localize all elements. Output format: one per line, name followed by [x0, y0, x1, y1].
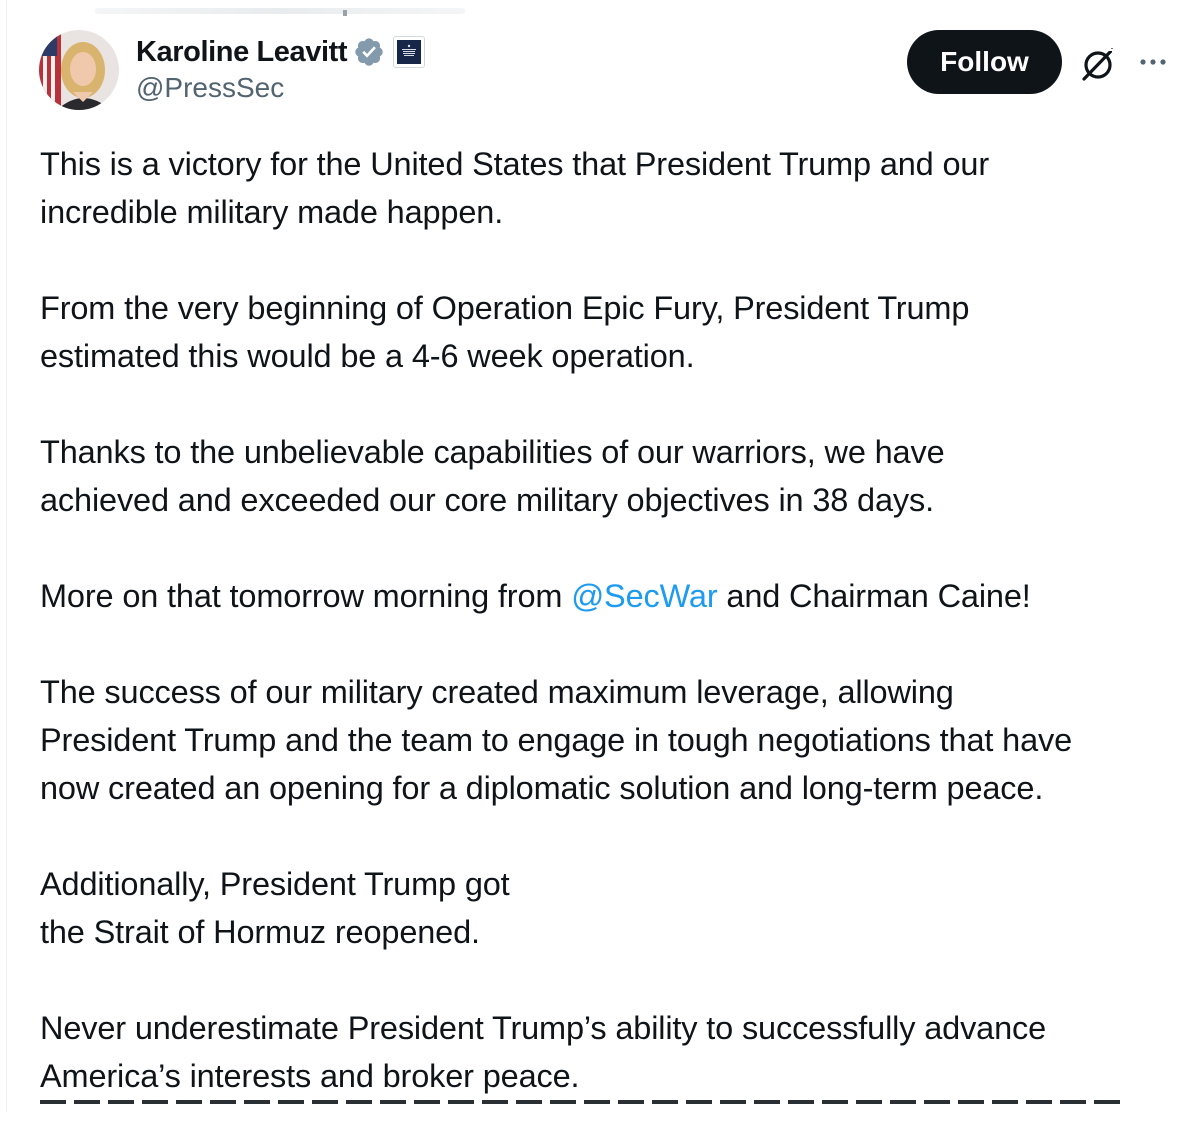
avatar-photo: [39, 30, 119, 110]
post-paragraph: Thanks to the unbelievable capabilities …: [40, 428, 1170, 524]
post-line: Never underestimate President Trump’s ab…: [40, 1010, 1047, 1046]
mention-link-secwar[interactable]: @SecWar: [571, 578, 717, 614]
avatar[interactable]: [39, 30, 119, 110]
author-display-name[interactable]: Karoline Leavitt: [136, 36, 348, 69]
author-name-row: Karoline Leavitt: [136, 32, 426, 72]
post-line: Additionally, President Trump got: [40, 866, 510, 902]
post-paragraph: This is a victory for the United States …: [40, 140, 1170, 236]
author-handle[interactable]: @PressSec: [136, 72, 284, 104]
post-line: the Strait of Hormuz reopened.: [40, 914, 480, 950]
post-line: Thanks to the unbelievable capabilities …: [40, 434, 945, 470]
post-line: incredible military made happen.: [40, 194, 504, 230]
post-paragraph: Never underestimate President Trump’s ab…: [40, 1004, 1170, 1100]
post-paragraph: From the very beginning of Operation Epi…: [40, 284, 1170, 380]
post-paragraph: Additionally, President Trump got the St…: [40, 860, 1170, 956]
post-paragraph: The success of our military created maxi…: [40, 668, 1170, 812]
post-line: achieved and exceeded our core military …: [40, 482, 934, 518]
post-paragraph-mention: More on that tomorrow morning from @SecW…: [40, 572, 1170, 620]
post-text: This is a victory for the United States …: [40, 140, 1170, 1148]
more-options-icon[interactable]: [1138, 50, 1168, 74]
post-line: now created an opening for a diplomatic …: [40, 770, 1044, 806]
timeline-border: [6, 0, 7, 1112]
post-header: Karoline Leavitt @PressSec Follow: [0, 0, 1178, 120]
post-line: From the very beginning of Operation Epi…: [40, 290, 970, 326]
post-line: estimated this would be a 4-6 week opera…: [40, 338, 695, 374]
white-house-affiliation-icon[interactable]: [393, 36, 426, 68]
verified-badge-icon[interactable]: [353, 36, 385, 68]
post-line: This is a victory for the United States …: [40, 146, 989, 182]
follow-button[interactable]: Follow: [907, 30, 1062, 94]
post-line: President Trump and the team to engage i…: [40, 722, 1073, 758]
post-line-text: More on that tomorrow morning from: [40, 578, 572, 614]
post-line: America’s interests and broker peace.: [40, 1058, 580, 1094]
post-line: The success of our military created maxi…: [40, 674, 954, 710]
post-line-text: and Chairman Caine!: [717, 578, 1031, 614]
grok-icon[interactable]: [1078, 44, 1118, 84]
